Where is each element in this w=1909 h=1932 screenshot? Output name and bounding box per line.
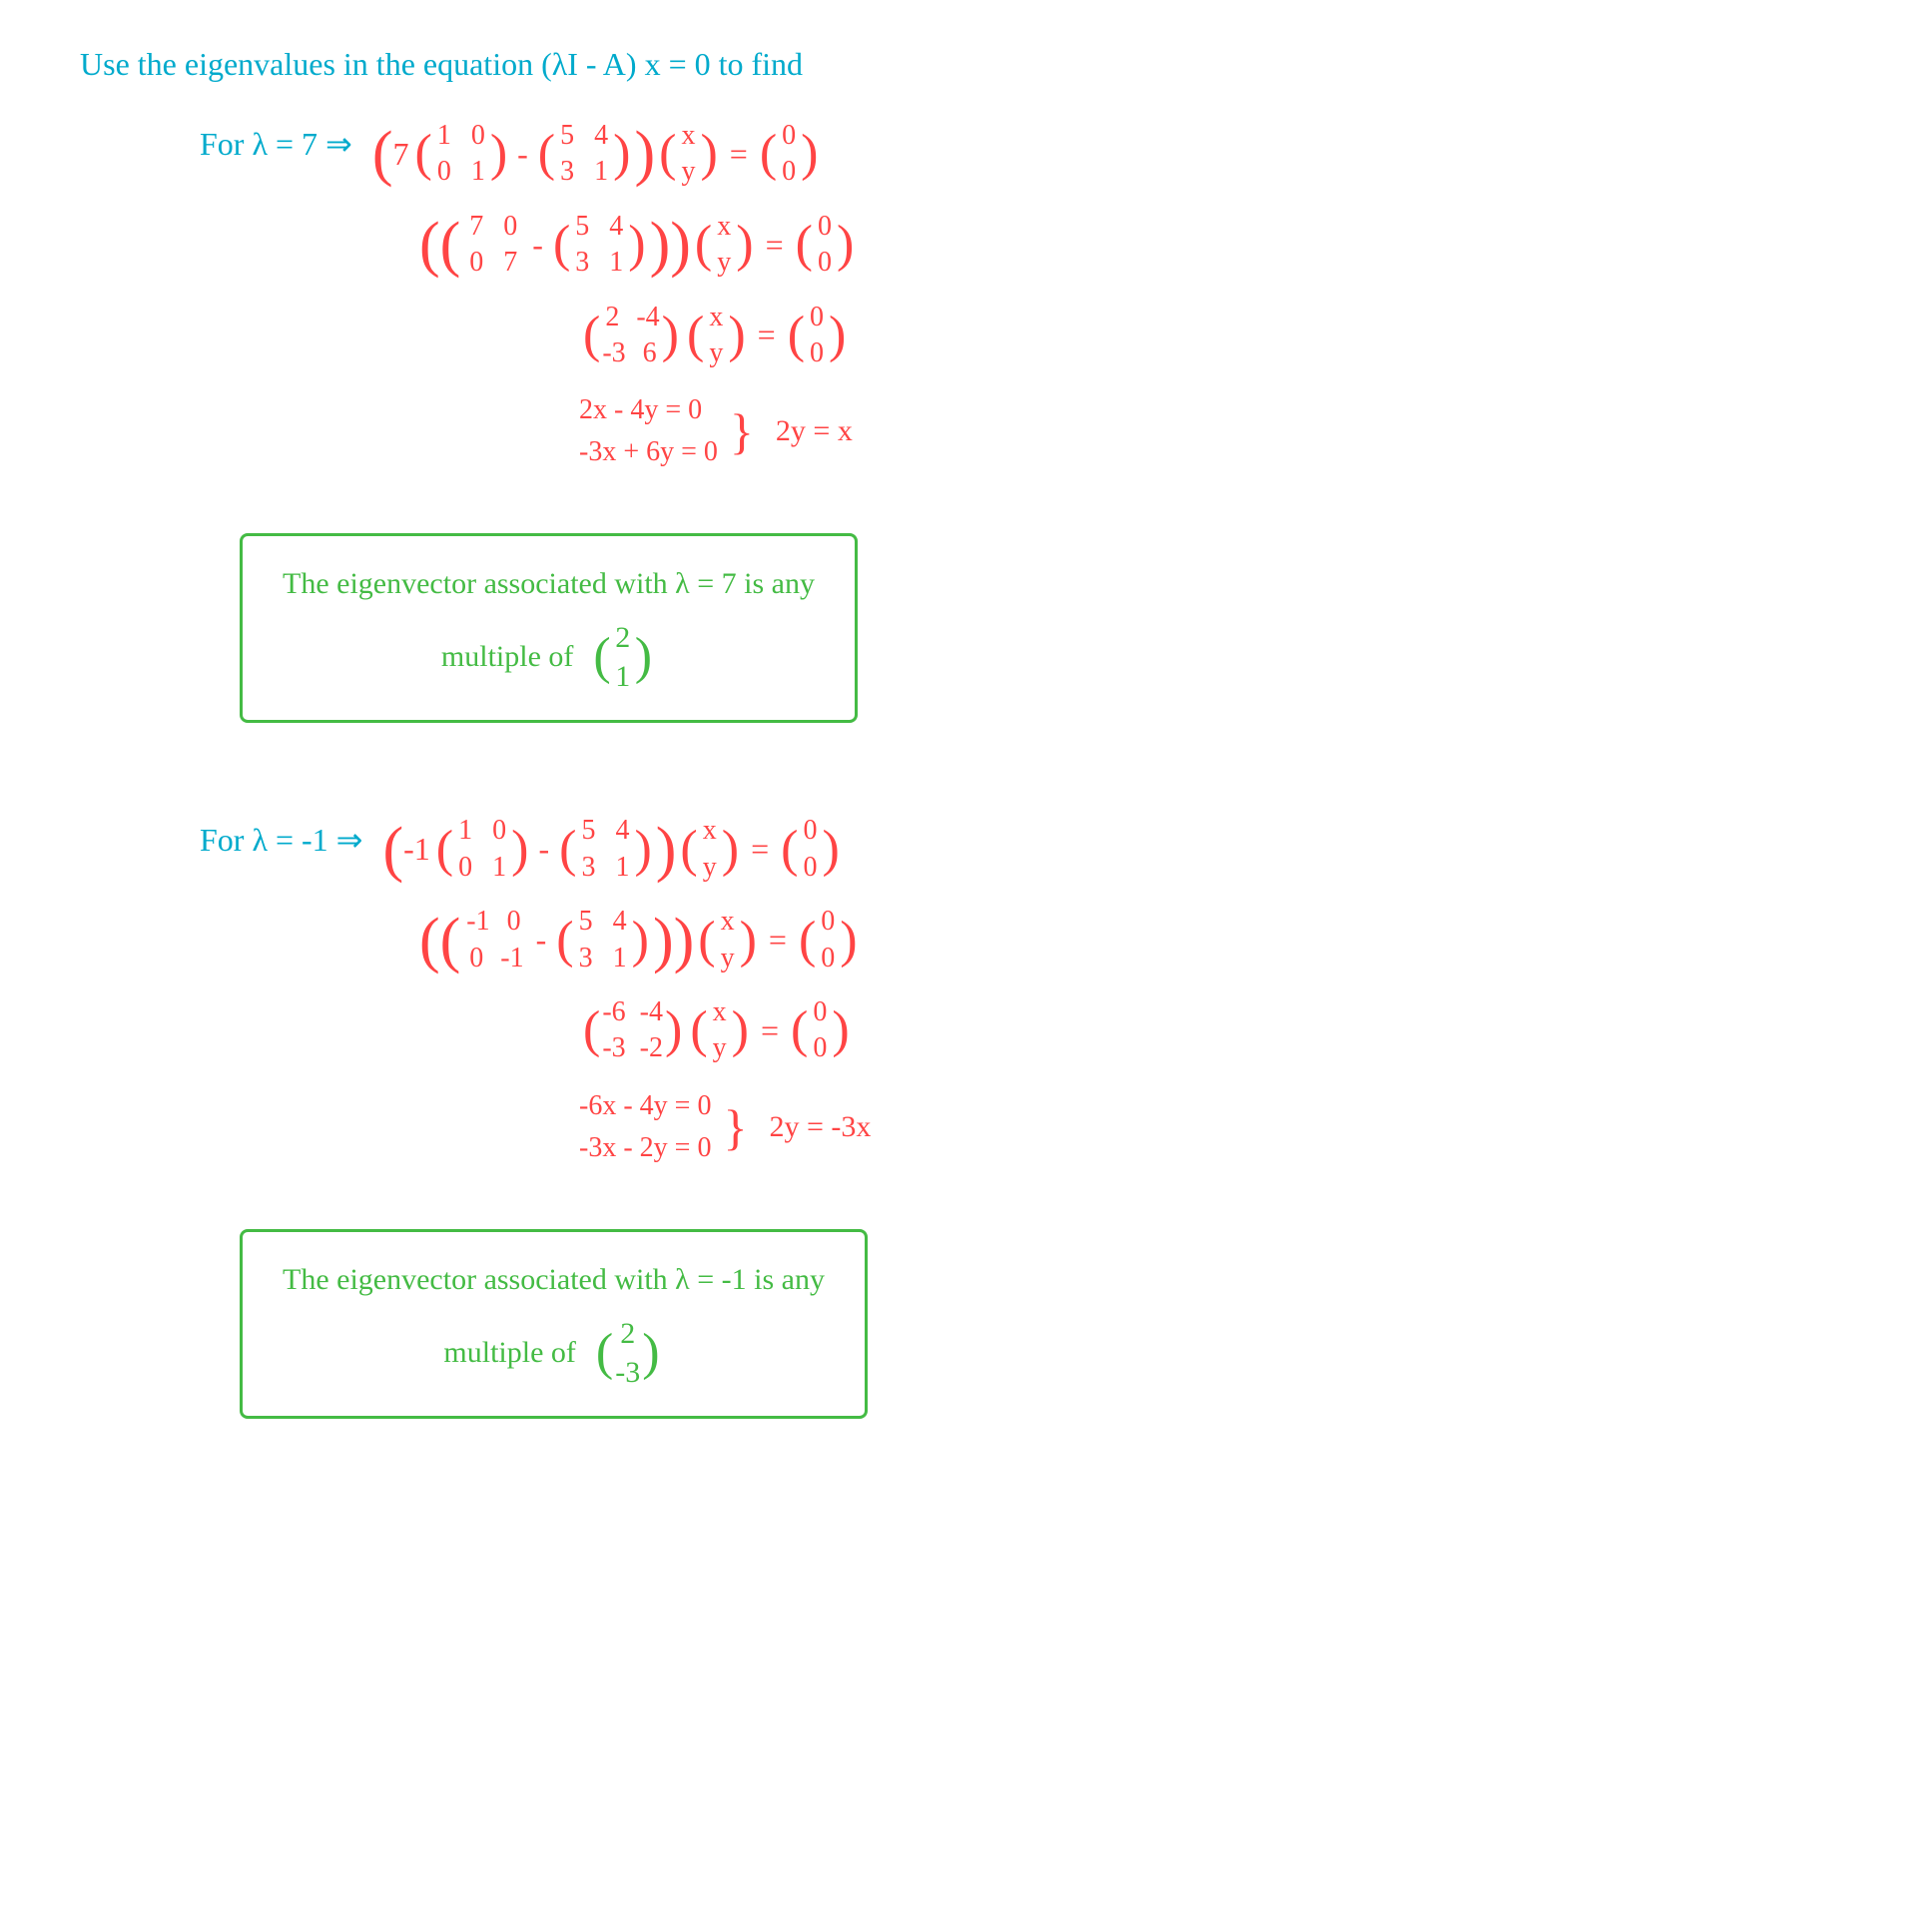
result-vector-1: ( 2 1 ) [593,618,652,696]
xy-vector-3: ( x y ) [687,300,746,372]
zero-vector-5: ( 0 0 ) [799,904,858,976]
system-eq1-1: 2x - 4y = 0 [579,389,718,431]
xy-vector-5: ( x y ) [698,904,757,976]
A-matrix-3: ( 5 4 3 1 ) [559,813,652,886]
zero-vector-1: ( 0 0 ) [760,118,819,191]
result-box-1: The eigenvector associated with λ = 7 is… [240,533,858,723]
outer-left-bracket-3: ( [382,819,403,881]
outer-right-bracket-4: )) [653,910,694,971]
outer-left-bracket-2: (( [419,214,460,276]
zero-vector-2: ( 0 0 ) [796,209,855,282]
outer-left-bracket-4: (( [419,910,460,971]
scalar-neg1: -1 [403,831,430,868]
minus-op-3: - [538,831,549,868]
brace-1: } [730,406,754,456]
system-eq2-1: -3x + 6y = 0 [579,431,718,473]
system-eq2-2: -3x - 2y = 0 [579,1127,711,1169]
result-text-line2-1: multiple of [441,633,573,681]
lambda-I-matrix-1: 7 0 0 7 [464,209,522,282]
brace-2: } [723,1102,747,1152]
solution-2: 2y = -3x [769,1110,871,1144]
identity-matrix-2: ( 1 0 0 1 ) [436,813,529,886]
solution-1: 2y = x [776,414,853,448]
section-lambda-7: For λ = 7 ⇒ ( 7 ( 1 0 0 1 ) - ( [80,118,1829,753]
result-box-2: The eigenvector associated with λ = -1 i… [240,1229,868,1419]
zero-vector-3: ( 0 0 ) [788,300,847,372]
system-eq1-2: -6x - 4y = 0 [579,1085,711,1127]
xy-vector-2: ( x y ) [695,209,754,282]
minus-op-1: - [517,136,528,173]
result-text-line1-2: The eigenvector associated with λ = -1 i… [283,1256,825,1304]
minus-op-4: - [536,922,547,959]
system-equations-1: 2x - 4y = 0 -3x + 6y = 0 [579,389,718,473]
result-vector-2: ( 2 -3 ) [596,1314,660,1392]
for-lambda-7-label: For λ = 7 ⇒ [200,125,352,163]
xy-vector-1: ( x y ) [659,118,718,191]
identity-matrix-1: ( 1 0 0 1 ) [414,118,507,191]
for-lambda-neg1-label: For λ = -1 ⇒ [200,821,362,859]
xy-vector-6: ( x y ) [690,994,749,1067]
equals-1: = [730,136,748,173]
A-matrix-4: ( 5 4 3 1 ) [556,904,649,976]
intro-line1: Use the eigenvalues in the equation (λI … [80,40,1829,88]
A-matrix-1: ( 5 4 3 1 ) [538,118,631,191]
zero-vector-6: ( 0 0 ) [791,994,850,1067]
section-lambda-neg1: For λ = -1 ⇒ ( -1 ( 1 0 0 1 ) - ( [80,813,1829,1448]
result-text-line2-2: multiple of [443,1329,575,1377]
xy-vector-4: ( x y ) [680,813,739,886]
zero-vector-4: ( 0 0 ) [781,813,840,886]
system-equations-2: -6x - 4y = 0 -3x - 2y = 0 [579,1085,711,1169]
result-matrix-1: ( 2 -4 -3 6 ) [583,300,679,372]
minus-op-2: - [532,227,543,264]
outer-right-bracket-2: )) [650,214,691,276]
intro-block: Use the eigenvalues in the equation (λI … [80,40,1829,88]
outer-right-bracket-1: ) [634,123,655,185]
lambda-I-matrix-2: -1 0 0 -1 [464,904,525,976]
outer-right-bracket-3: ) [656,819,677,881]
result-matrix-2: ( -6 -4 -3 -2 ) [583,994,682,1067]
result-text-line1-1: The eigenvector associated with λ = 7 is… [283,560,815,608]
outer-left-bracket-1: ( [372,123,393,185]
A-matrix-2: ( 5 4 3 1 ) [553,209,646,282]
scalar-7: 7 [392,136,408,173]
